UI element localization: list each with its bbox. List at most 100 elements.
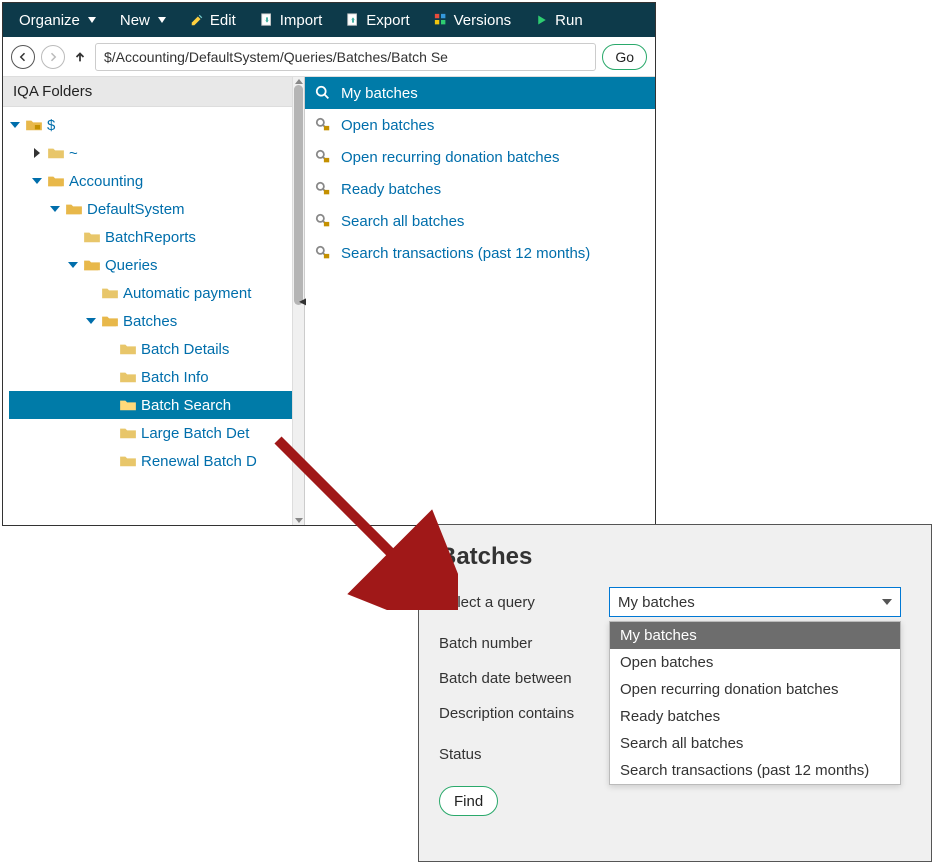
list-item[interactable]: Search all batches [305,205,655,237]
tree-label: BatchReports [105,229,196,246]
tree-node-batchreports[interactable]: BatchReports [9,223,304,251]
versions-button[interactable]: Versions [424,8,522,33]
dropdown-option-label: Open batches [620,654,713,671]
list-item-label: Open batches [341,117,434,134]
find-label: Find [454,793,483,810]
forward-button[interactable] [41,45,65,69]
dropdown-option-label: Open recurring donation batches [620,681,838,698]
caret-down-icon [88,17,96,23]
play-icon [535,13,549,27]
export-icon [346,13,360,27]
list-item[interactable]: Open recurring donation batches [305,141,655,173]
up-button[interactable] [71,45,89,69]
folder-icon [83,230,101,244]
folder-tree: $ ~ Accounting [3,107,304,479]
toggle-icon[interactable] [31,178,43,184]
query-locked-icon [315,181,333,197]
select-query-value: My batches [618,594,695,611]
list-item[interactable]: My batches [305,77,655,109]
dropdown-option[interactable]: Open recurring donation batches [610,676,900,703]
list-item-label: Search transactions (past 12 months) [341,245,590,262]
dropdown-option[interactable]: Search transactions (past 12 months) [610,757,900,784]
list-item-label: Open recurring donation batches [341,149,559,166]
new-menu[interactable]: New [110,8,176,33]
query-locked-icon [315,117,333,133]
run-button[interactable]: Run [525,8,593,33]
edit-button[interactable]: Edit [180,8,246,33]
list-item[interactable]: Open batches [305,109,655,141]
list-item[interactable]: Search transactions (past 12 months) [305,237,655,269]
dropdown-option[interactable]: My batches [610,622,900,649]
scroll-thumb[interactable] [294,85,303,305]
tree-node-queries[interactable]: Queries [9,251,304,279]
dropdown-option[interactable]: Ready batches [610,703,900,730]
label-status: Status [439,746,609,763]
label-description: Description contains [439,705,609,722]
tree-node-renewal[interactable]: Renewal Batch D [9,447,304,475]
dropdown-option[interactable]: Open batches [610,649,900,676]
folder-open-icon [65,202,83,216]
dropdown-option-label: Ready batches [620,708,720,725]
dropdown-option-label: Search transactions (past 12 months) [620,762,869,779]
pencil-icon [190,13,204,27]
organize-label: Organize [19,12,80,29]
query-icon [315,85,333,101]
import-icon [260,13,274,27]
tree-label: Large Batch Det [141,425,249,442]
tree-node-batchsearch[interactable]: Batch Search [9,391,304,419]
tree-node-batchdetails[interactable]: Batch Details [9,335,304,363]
path-input[interactable]: $/Accounting/DefaultSystem/Queries/Batch… [95,43,596,71]
query-locked-icon [315,149,333,165]
tree-label: Accounting [69,173,143,190]
new-label: New [120,12,150,29]
list-item-label: My batches [341,85,418,102]
toggle-icon[interactable] [31,148,43,158]
app-window: Organize New Edit Import Export [2,2,656,526]
popup-title: Batches [439,543,911,571]
label-batch-number: Batch number [439,635,609,652]
dropdown-option[interactable]: Search all batches [610,730,900,757]
toggle-icon[interactable] [9,122,21,128]
tree-node-largebatch[interactable]: Large Batch Det [9,419,304,447]
select-query-dropdown[interactable]: My batches [609,587,901,617]
tree-label: Batches [123,313,177,330]
find-button[interactable]: Find [439,786,498,816]
folder-locked-icon [25,118,43,132]
organize-menu[interactable]: Organize [9,8,106,33]
tree-node-batches[interactable]: Batches [9,307,304,335]
tree-label: Queries [105,257,158,274]
tree-node-accounting[interactable]: Accounting [9,167,304,195]
tree-node-root[interactable]: $ [9,111,304,139]
path-value: $/Accounting/DefaultSystem/Queries/Batch… [104,49,448,65]
export-button[interactable]: Export [336,8,419,33]
query-locked-icon [315,245,333,261]
label-batch-date: Batch date between [439,670,609,687]
tree-label: Renewal Batch D [141,453,257,470]
toolbar: Organize New Edit Import Export [3,3,655,37]
go-label: Go [615,49,634,65]
folder-icon [47,146,65,160]
splitter-handle[interactable]: ◂ [299,293,306,310]
tree-label: Automatic payment [123,285,251,302]
tree-node-autopay[interactable]: Automatic payment [9,279,304,307]
toggle-icon[interactable] [49,206,61,212]
folder-icon [119,426,137,440]
import-button[interactable]: Import [250,8,333,33]
list-item[interactable]: Ready batches [305,173,655,205]
folder-icon [119,370,137,384]
versions-icon [434,13,448,27]
toggle-icon[interactable] [85,318,97,324]
tree-node-defaultsystem[interactable]: DefaultSystem [9,195,304,223]
toggle-icon[interactable] [67,262,79,268]
tree-node-batchinfo[interactable]: Batch Info [9,363,304,391]
back-button[interactable] [11,45,35,69]
scroll-down-icon [295,518,303,523]
main-split: IQA Folders $ ~ [3,77,655,525]
tree-label: ~ [69,145,78,162]
folder-icon [119,398,137,412]
go-button[interactable]: Go [602,44,647,70]
chevron-down-icon [882,599,892,605]
form-row-select-query: Select a query My batches [439,587,911,617]
query-locked-icon [315,213,333,229]
tree-node-tilde[interactable]: ~ [9,139,304,167]
